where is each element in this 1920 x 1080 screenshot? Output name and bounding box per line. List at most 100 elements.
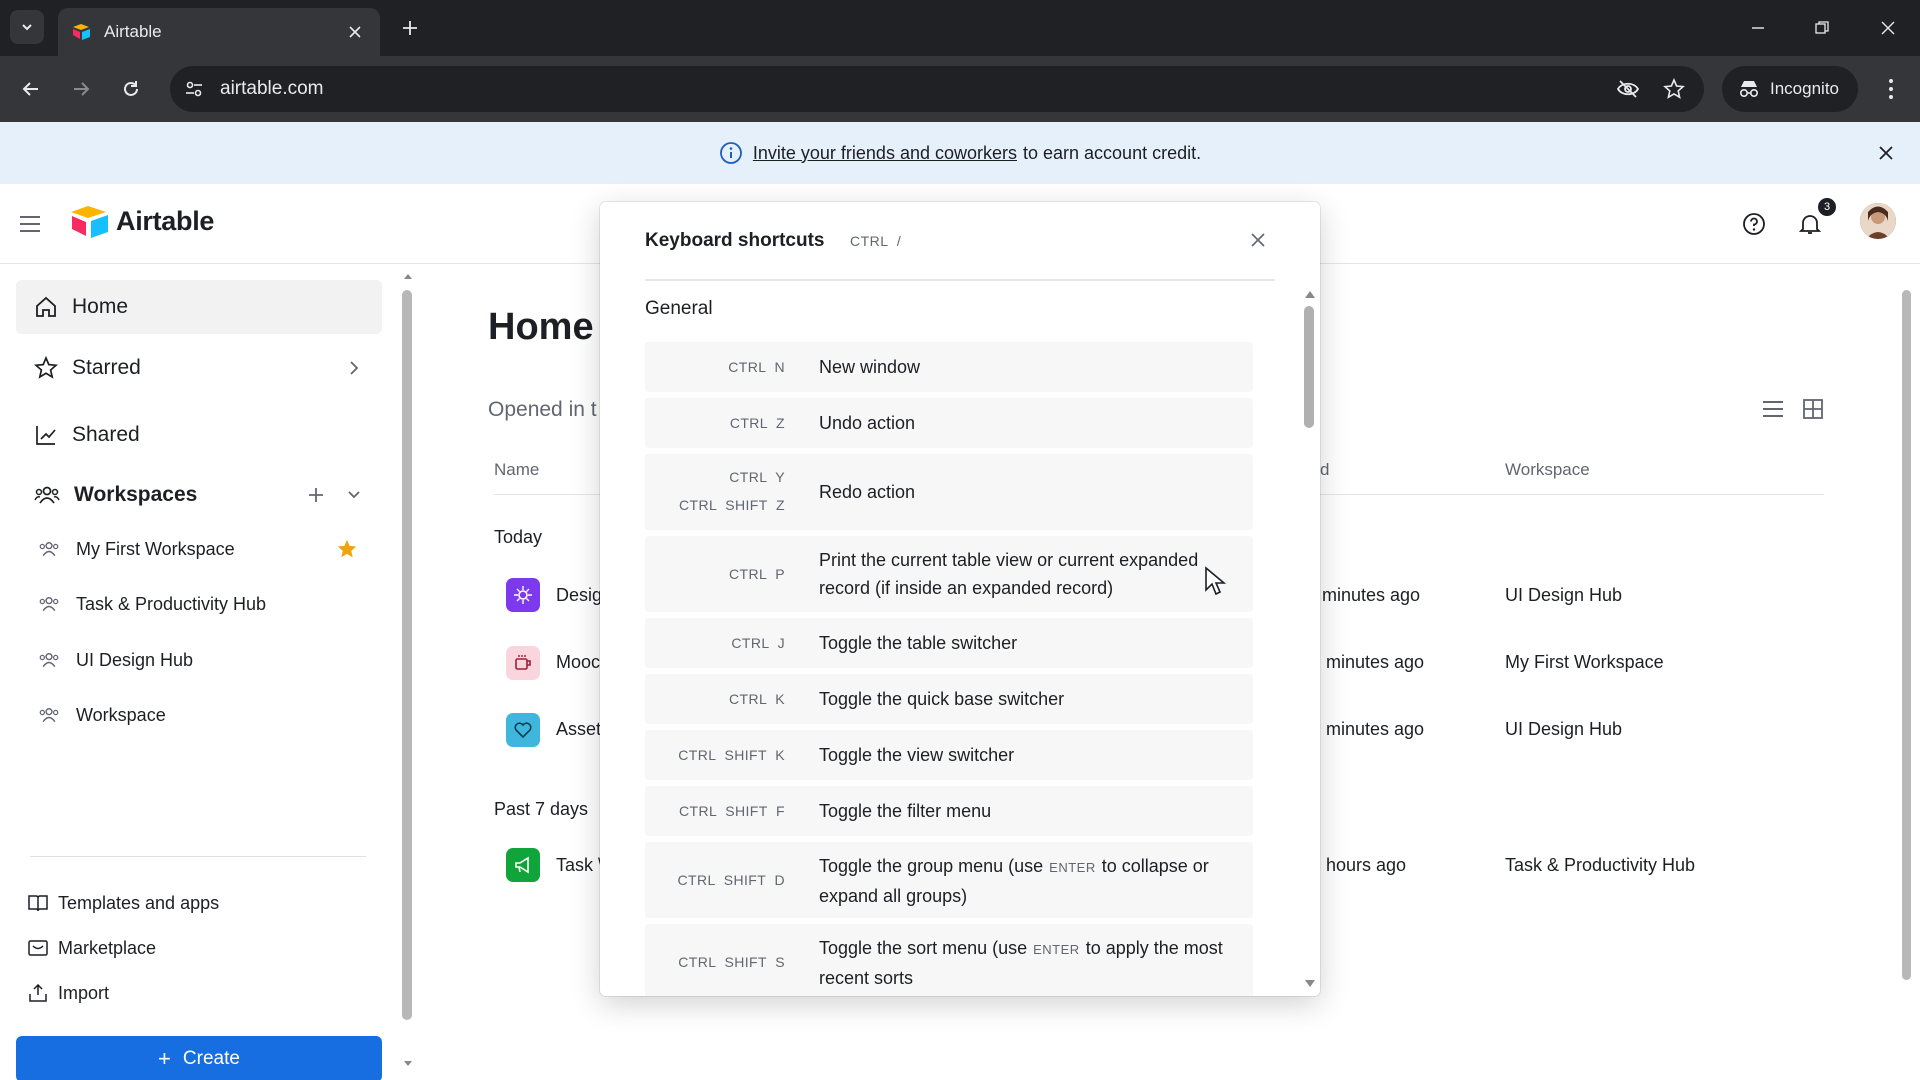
chevron-right-icon[interactable] — [342, 356, 366, 380]
reload-icon[interactable] — [114, 72, 148, 106]
shortcut-description: New window — [819, 357, 921, 377]
shortcut-row: CTRL SHIFT S Toggle the sort menu (use EN… — [645, 924, 1253, 996]
tracking-protection-eye-icon[interactable] — [1616, 77, 1640, 101]
workspace-label: UI Design Hub — [76, 649, 194, 670]
invite-link[interactable]: Invite your friends and coworkers — [753, 143, 1017, 164]
shortcut-keys: CTRL Y — [729, 469, 785, 485]
import-link[interactable]: Import — [28, 975, 109, 1011]
restore-icon[interactable] — [1806, 12, 1838, 44]
banner-text: to earn account credit. — [1023, 142, 1202, 163]
workspace-item[interactable]: My First Workspace — [16, 525, 382, 573]
base-name[interactable]: Mooc — [556, 652, 600, 673]
base-icon — [506, 713, 540, 747]
workspace-item[interactable]: Task & Productivity Hub — [16, 580, 382, 628]
hamburger-menu-icon[interactable] — [18, 212, 44, 238]
shortcut-row: CTRL SHIFT D Toggle the group menu (use E… — [645, 842, 1253, 918]
main-scrollbar[interactable] — [1902, 290, 1911, 980]
window-close-icon[interactable] — [1872, 12, 1904, 44]
sparkle-icon — [514, 586, 532, 604]
invite-banner: Invite your friends and coworkers to ear… — [0, 122, 1920, 184]
home-icon — [36, 296, 56, 317]
dialog-scroll-down-icon[interactable] — [1304, 978, 1316, 990]
section-heading-general: General — [645, 298, 713, 319]
dialog-scroll-up-icon[interactable] — [1304, 288, 1316, 300]
incognito-indicator[interactable]: Incognito — [1722, 66, 1858, 112]
column-header-name[interactable]: Name — [494, 460, 539, 480]
coffee-icon — [515, 655, 531, 670]
site-settings-icon[interactable] — [182, 77, 206, 101]
user-avatar[interactable] — [1860, 203, 1896, 239]
sidebar-item-starred[interactable]: Starred — [16, 341, 382, 395]
shortcut-keys: CTRL N — [728, 359, 785, 375]
shortcut-description: Undo action — [819, 413, 916, 433]
opened-filter[interactable]: Opened in t — [488, 398, 597, 422]
base-workspace: Task & Productivity Hub — [1505, 855, 1696, 875]
list-view-icon[interactable] — [1760, 396, 1786, 422]
workspace-icon — [39, 542, 59, 557]
tab-close-icon[interactable] — [344, 21, 366, 43]
sidebar-item-workspaces[interactable]: Workspaces — [16, 468, 382, 522]
shortcut-description: Toggle the view switcher — [819, 745, 1015, 765]
workspace-icon — [39, 653, 59, 668]
base-name[interactable]: Task \ — [556, 855, 603, 876]
base-name[interactable]: Asset — [556, 719, 601, 740]
workspace-label: Task & Productivity Hub — [76, 593, 267, 614]
column-header-workspace[interactable]: Workspace — [1505, 460, 1590, 480]
airtable-logo[interactable]: Airtable — [70, 204, 214, 238]
shortcut-keys: CTRL SHIFT Z — [679, 497, 785, 513]
sidebar-item-shared[interactable]: Shared — [16, 408, 382, 462]
shortcut-keys: CTRL P — [729, 566, 785, 582]
notifications-bell-icon[interactable] — [1796, 210, 1824, 238]
workspace-item[interactable]: UI Design Hub — [16, 636, 382, 684]
grid-view-icon[interactable] — [1800, 396, 1826, 422]
tab-search-button[interactable] — [10, 10, 44, 44]
sidebar-item-home[interactable]: Home — [16, 280, 382, 334]
forward-arrow-icon[interactable] — [64, 72, 98, 106]
airtable-favicon-icon — [73, 24, 90, 40]
shortcut-description: Print the current table view or current … — [819, 550, 1199, 598]
templates-and-apps-link[interactable]: Templates and apps — [28, 885, 219, 921]
marketplace-icon — [28, 940, 48, 956]
chevron-down-icon[interactable] — [342, 483, 366, 507]
scroll-up-arrow-icon[interactable] — [403, 272, 413, 280]
base-name[interactable]: Desig — [556, 585, 602, 606]
help-icon[interactable] — [1740, 210, 1768, 238]
create-button[interactable]: + Create — [16, 1036, 382, 1080]
browser-menu-icon[interactable] — [1876, 72, 1906, 106]
book-icon — [28, 895, 48, 912]
banner-close-icon[interactable] — [1874, 141, 1898, 165]
workspace-label: Workspace — [76, 704, 166, 725]
workspace-item[interactable]: Workspace — [16, 691, 382, 739]
sidebar-label-workspaces: Workspaces — [74, 483, 198, 506]
minimize-icon[interactable] — [1742, 12, 1774, 44]
star-filled-icon[interactable] — [336, 538, 358, 560]
base-opened-time: minutes ago — [1326, 719, 1425, 739]
dialog-close-icon[interactable] — [1246, 228, 1270, 252]
incognito-icon — [1739, 81, 1759, 98]
base-workspace: UI Design Hub — [1505, 585, 1623, 605]
dialog-scrollbar[interactable] — [1304, 306, 1314, 428]
sidebar-scrollbar[interactable] — [402, 290, 412, 1020]
column-header-opened[interactable]: d — [1320, 460, 1329, 480]
sidebar-label-home: Home — [72, 295, 129, 318]
sidebar-divider — [30, 856, 366, 857]
base-workspace: UI Design Hub — [1505, 719, 1623, 739]
new-tab-plus-icon[interactable] — [396, 14, 424, 42]
scroll-down-arrow-icon[interactable] — [403, 1060, 413, 1068]
bookmark-star-icon[interactable] — [1662, 77, 1686, 101]
mouse-cursor-icon — [1205, 566, 1226, 596]
marketplace-link[interactable]: Marketplace — [28, 930, 156, 966]
add-workspace-plus-icon[interactable] — [304, 483, 328, 507]
shortcut-description: Toggle the quick base switcher — [819, 689, 1065, 709]
workspace-icon — [39, 708, 59, 723]
workspace-icon — [39, 597, 59, 612]
inline-key: ENTER — [1049, 860, 1096, 875]
base-icon — [506, 848, 540, 882]
base-opened-time: minutes ago — [1326, 652, 1425, 672]
megaphone-icon — [515, 856, 529, 874]
shortcut-row: CTRL P Print the current table view or c… — [645, 536, 1253, 612]
heart-icon — [514, 722, 532, 739]
browser-tab[interactable]: Airtable — [58, 8, 380, 56]
back-arrow-icon[interactable] — [14, 72, 48, 106]
address-bar[interactable]: airtable.com — [170, 66, 1704, 112]
